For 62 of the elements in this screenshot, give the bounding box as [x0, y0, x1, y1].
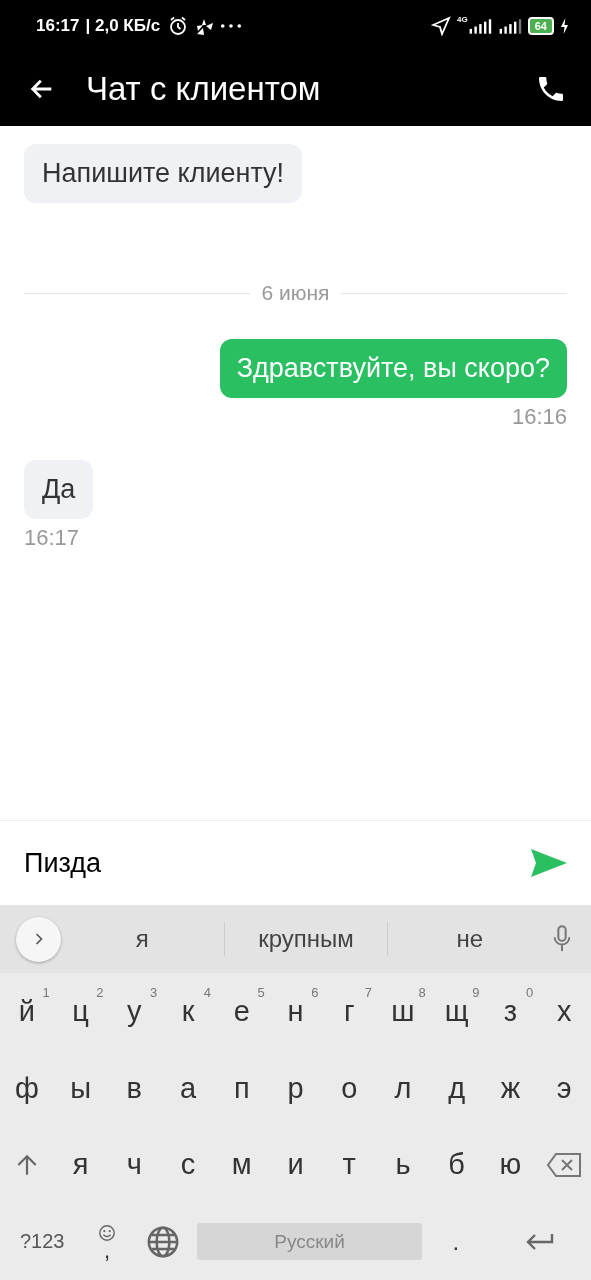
keyboard-key[interactable]: м	[214, 1126, 269, 1204]
network-type: 4G	[457, 15, 468, 24]
keyboard-key[interactable]: з $^{0}$	[483, 973, 538, 1050]
signal-icon	[467, 18, 492, 34]
word-suggestion[interactable]: крупным	[224, 925, 388, 953]
keyboard-key[interactable]: в	[107, 1049, 162, 1127]
microphone-icon[interactable]	[551, 925, 573, 953]
keyboard-key[interactable]: ь	[376, 1126, 430, 1204]
keyboard-key[interactable]: х	[537, 973, 591, 1050]
keyboard-key[interactable]: у $^{3}$	[107, 973, 162, 1050]
keyboard-key[interactable]: д	[429, 1049, 484, 1127]
period-key[interactable]: .	[422, 1203, 490, 1280]
comma-key[interactable]: ,	[84, 1203, 130, 1280]
keyboard-key[interactable]: щ $^{9}$	[429, 973, 484, 1050]
sent-message: Здравствуйте, вы скоро?	[219, 339, 567, 398]
alarm-icon	[168, 16, 189, 36]
globe-icon	[146, 1224, 181, 1259]
keyboard-key[interactable]: о	[322, 1049, 377, 1127]
backspace-icon	[546, 1151, 583, 1178]
network-speed: | 2,0 КБ/с	[85, 16, 161, 36]
send-icon[interactable]	[529, 847, 569, 879]
message-time: 16:17	[24, 525, 80, 551]
keyboard-key[interactable]: э	[537, 1049, 591, 1127]
keyboard-key[interactable]: ф	[0, 1049, 54, 1127]
location-arrow-icon	[431, 16, 452, 36]
keyboard-key[interactable]: ю	[483, 1126, 538, 1204]
keyboard-key[interactable]: р	[268, 1049, 323, 1127]
keyboard-key[interactable]: л	[376, 1049, 430, 1127]
keyboard-key[interactable]: г $^{7}$	[322, 973, 377, 1050]
keyboard-key[interactable]: п	[214, 1049, 269, 1127]
keyboard-key[interactable]: ц $^{2}$	[53, 973, 108, 1050]
received-message: Да	[24, 460, 94, 519]
keyboard-key[interactable]: ш $^{8}$	[376, 973, 430, 1050]
keyboard-key[interactable]: е $^{5}$	[214, 973, 269, 1050]
smiley-icon	[97, 1223, 116, 1242]
enter-arrow-icon	[525, 1231, 556, 1252]
word-suggestion[interactable]: я	[61, 925, 224, 953]
keyboard-key[interactable]: и	[268, 1126, 323, 1204]
keyboard-key[interactable]: н $^{6}$	[268, 973, 323, 1050]
keyboard-key[interactable]: б	[429, 1126, 484, 1204]
keyboard-key[interactable]: т	[322, 1126, 377, 1204]
screen-title: Чат с клиентом	[86, 70, 322, 108]
symbols-key[interactable]: ?123	[0, 1203, 85, 1280]
battery-level: 64	[527, 17, 554, 35]
date-separator: 6 июня	[261, 281, 330, 305]
keyboard-key[interactable]: к $^{4}$	[161, 973, 215, 1050]
keyboard-key[interactable]: ж	[483, 1049, 538, 1127]
received-message: Напишите клиенту!	[24, 144, 303, 203]
keyboard-key[interactable]: я	[53, 1126, 108, 1204]
keyboard-key[interactable]: с	[161, 1126, 215, 1204]
status-time: 16:17	[36, 16, 80, 36]
keyboard-key[interactable]: а	[161, 1049, 215, 1127]
word-suggestion[interactable]: не	[388, 925, 551, 953]
charging-icon	[560, 18, 569, 34]
keyboard-key[interactable]: ч	[107, 1126, 162, 1204]
more-notifications-icon	[220, 23, 243, 29]
message-time: 16:16	[511, 404, 567, 430]
keyboard-key[interactable]: й $^{1}$	[0, 973, 54, 1050]
signal-icon	[497, 18, 522, 34]
message-input-field[interactable]: Пизда	[24, 847, 529, 879]
keyboard-key[interactable]: ы	[53, 1049, 108, 1127]
chevron-right-icon	[33, 932, 44, 946]
